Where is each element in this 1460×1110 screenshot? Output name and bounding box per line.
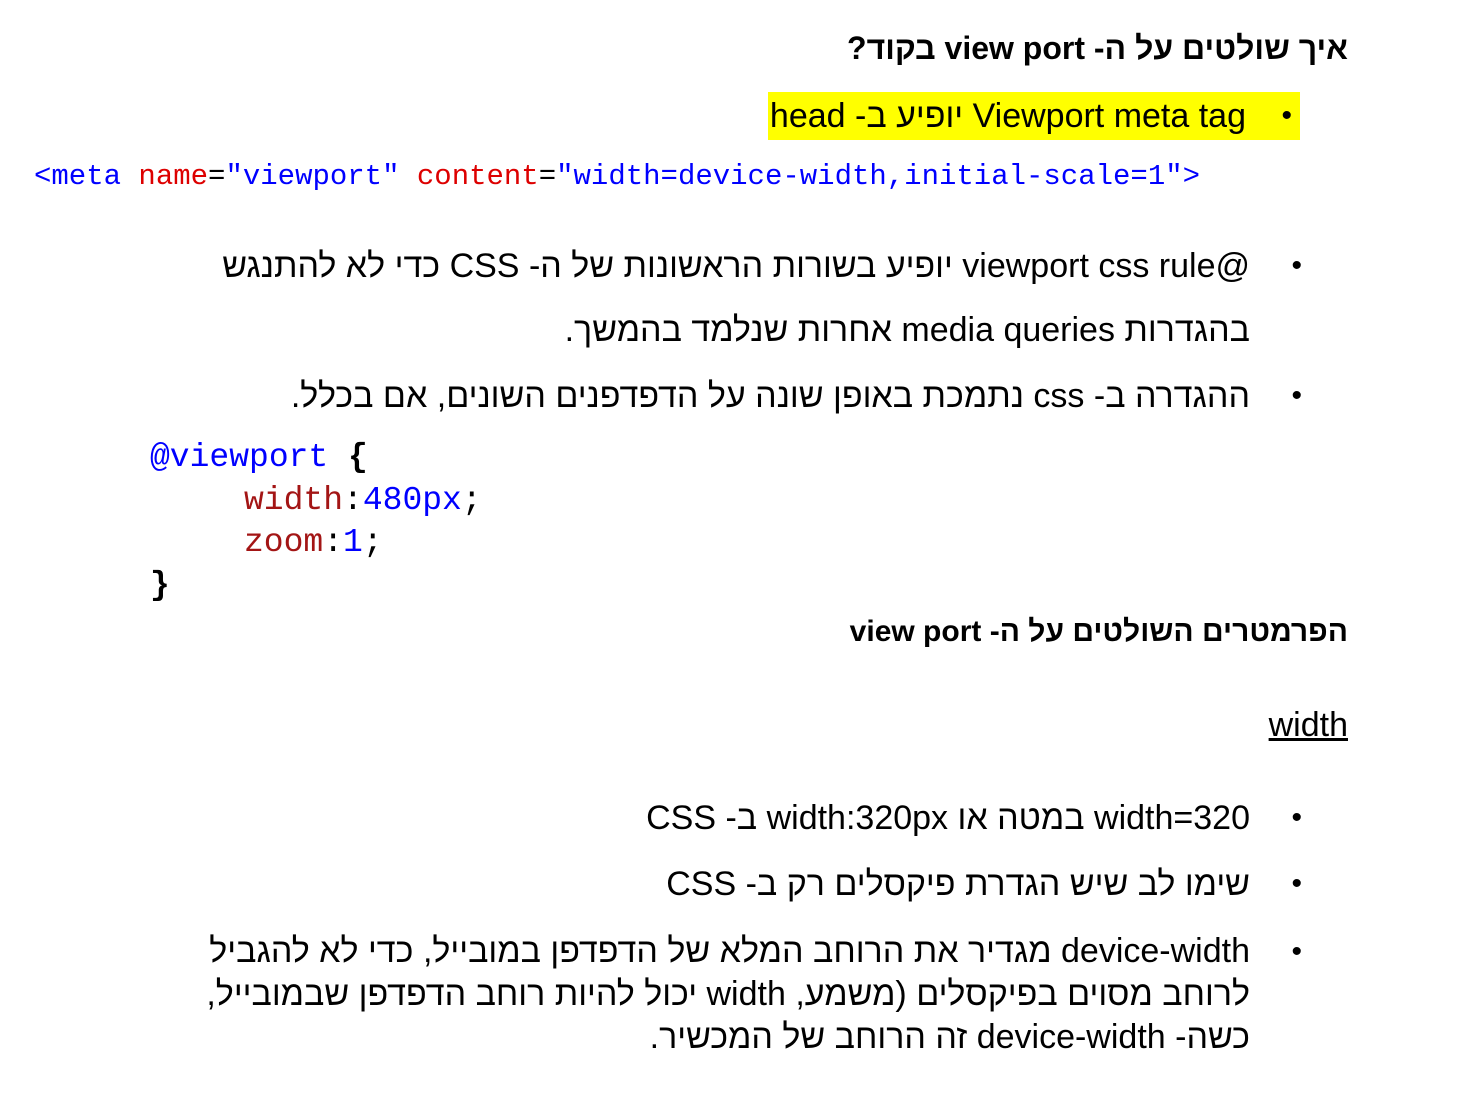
code-tag-close: >	[1182, 160, 1201, 193]
bullet-line: שימו לב שיש הגדרת פיקסלים רק ב- CSS	[666, 865, 1250, 903]
css-code-close-line: }	[150, 566, 170, 606]
code-prop-width: width	[244, 482, 344, 519]
code-val-content: "width=device-width,initial-scale=1"	[556, 160, 1183, 193]
code-selector: @viewport	[150, 439, 329, 476]
section-title: הפרמטרים השולטים על ה- view port	[849, 615, 1348, 648]
code-attr-content: content	[416, 160, 539, 193]
css-code-zoom-line: zoom:1;	[244, 524, 383, 561]
code-eq: =	[538, 160, 557, 193]
page-title: איך שולטים על ה- view port בקוד?	[847, 30, 1348, 66]
sub-title: width	[1268, 706, 1348, 744]
css-code-width-line: width:480px;	[244, 482, 482, 519]
width-bullet-2: • שימו לב שיש הגדרת פיקסלים רק ב- CSS	[666, 852, 1302, 916]
bullet-icon: •	[1281, 99, 1292, 132]
bullet-icon: •	[1291, 867, 1302, 900]
bullet-line: @viewport css rule יופיע בשורות הראשונות…	[222, 247, 1250, 285]
bullet-line: בהגדרות media queries אחרות שנלמד בהמשך.	[564, 311, 1250, 349]
code-val-width: 480px	[362, 482, 462, 519]
code-brace-open: {	[348, 439, 368, 476]
bullet-line: כשה- device-width זה הרוחב של המכשיר.	[649, 1018, 1250, 1056]
css-support-bullet: • ההגדרה ב- css נתמכת באופן שונה על הדפד…	[150, 364, 1302, 428]
meta-tag-bullet: Viewport meta tag יופיע ב- head •	[767, 84, 1300, 148]
code-attr-name: name	[138, 160, 209, 193]
code-prop-zoom: zoom	[244, 524, 324, 561]
css-rule-bullet: • @viewport css rule יופיע בשורות הראשונ…	[150, 234, 1302, 362]
highlight-text: Viewport meta tag יופיע ב- head	[767, 92, 1300, 140]
code-eq: =	[208, 160, 226, 193]
width-bullet-3: • device-width מגדיר את הרוחב המלא של הד…	[150, 930, 1302, 1059]
bullet-line: לרוחב מסוים בפיקסלים (משמע, width יכול ל…	[206, 975, 1250, 1013]
meta-code-line: <meta name="viewport" content="width=dev…	[34, 157, 1200, 197]
code-val-zoom: 1	[343, 524, 363, 561]
bullet-icon: •	[1291, 379, 1302, 412]
css-code-selector-line: @viewport {	[150, 438, 368, 478]
width-bullet-1: • width=320 במטה או width:320px ב- CSS	[646, 786, 1302, 850]
code-brace-close: }	[150, 567, 170, 604]
bullet-icon: •	[1291, 249, 1302, 282]
code-val-viewport: "viewport"	[225, 160, 400, 193]
code-tag-open: <meta	[34, 160, 122, 193]
bullet-line: ההגדרה ב- css נתמכת באופן שונה על הדפדפנ…	[290, 377, 1250, 415]
bullet-icon: •	[1291, 935, 1302, 968]
bullet-line: device-width מגדיר את הרוחב המלא של הדפד…	[209, 932, 1250, 970]
bullet-icon: •	[1291, 801, 1302, 834]
bullet-line: width=320 במטה או width:320px ב- CSS	[646, 799, 1250, 837]
